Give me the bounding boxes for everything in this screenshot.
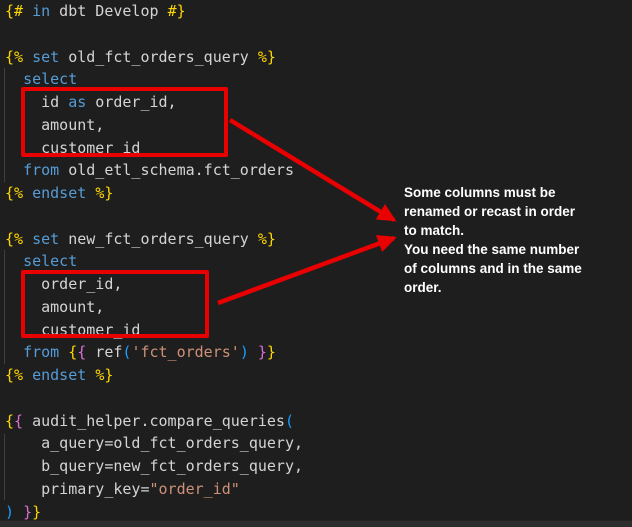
code-token: a_query=old_fct_orders_query, [5, 434, 303, 452]
code-line[interactable]: {{ audit_helper.compare_queries( [5, 410, 632, 433]
code-line[interactable]: primary_key="order_id" [5, 478, 632, 501]
code-line[interactable]: from {{ ref('fct_orders') }} [5, 341, 632, 364]
code-line[interactable]: from old_etl_schema.fct_orders [5, 159, 632, 182]
code-line[interactable] [5, 23, 632, 46]
annotation-line: of columns and in the same [404, 259, 614, 278]
code-token: "order_id" [150, 480, 240, 498]
code-token: ref [86, 343, 122, 361]
annotation-line: Some columns must be [404, 183, 614, 202]
code-token: set [32, 48, 59, 66]
code-token [14, 503, 23, 521]
annotation-line: to match. [404, 221, 614, 240]
code-token: endset [32, 184, 86, 202]
code-token: select [23, 252, 77, 270]
editor-screen: {# in dbt Develop #} {% set old_fct_order… [0, 0, 632, 527]
highlight-box-new-columns [21, 270, 209, 338]
code-token: select [23, 70, 77, 88]
code-token [5, 70, 23, 88]
code-token: {% [5, 366, 23, 384]
code-line[interactable]: {# in dbt Develop #} [5, 0, 632, 23]
code-line[interactable]: b_query=new_fct_orders_query, [5, 455, 632, 478]
code-token: old_fct_orders_query [59, 48, 258, 66]
code-line[interactable] [5, 387, 632, 410]
code-token [23, 48, 32, 66]
editor-bottom-strip [0, 520, 632, 527]
code-token [5, 252, 23, 270]
code-token: %} [258, 230, 276, 248]
code-token: %} [258, 48, 276, 66]
code-token [86, 184, 95, 202]
code-token: } [258, 343, 267, 361]
annotation-note: Some columns must be renamed or recast i… [404, 183, 614, 297]
code-token: %} [95, 366, 113, 384]
code-token: 'fct_orders' [131, 343, 239, 361]
code-token: { [77, 343, 86, 361]
code-token: new_fct_orders_query [59, 230, 258, 248]
code-token: #} [168, 2, 186, 20]
code-token: {% [5, 230, 23, 248]
code-token: old_etl_schema.fct_orders [59, 161, 294, 179]
highlight-box-old-columns [21, 87, 228, 157]
code-token [5, 343, 23, 361]
code-token [23, 230, 32, 248]
code-token: %} [95, 184, 113, 202]
code-token: {% [5, 48, 23, 66]
code-line[interactable]: {% set old_fct_orders_query %} [5, 46, 632, 69]
code-token: set [32, 230, 59, 248]
code-token: from [23, 161, 59, 179]
code-token: endset [32, 366, 86, 384]
code-token [249, 343, 258, 361]
code-token: ) [240, 343, 249, 361]
code-line[interactable]: {% endset %} [5, 364, 632, 387]
code-token: dbt Develop [50, 2, 167, 20]
code-token: } [32, 503, 41, 521]
code-token: audit_helper.compare_queries [23, 412, 285, 430]
code-token: from [23, 343, 59, 361]
code-token [23, 2, 32, 20]
annotation-line: renamed or recast in order [404, 202, 614, 221]
code-token: primary_key= [5, 480, 150, 498]
annotation-line: You need the same number [404, 240, 614, 259]
code-token: b_query=new_fct_orders_query, [5, 457, 303, 475]
code-token: in [32, 2, 50, 20]
code-token: { [68, 343, 77, 361]
code-line[interactable]: a_query=old_fct_orders_query, [5, 432, 632, 455]
code-token [59, 343, 68, 361]
code-token: } [267, 343, 276, 361]
code-token [23, 366, 32, 384]
code-token: ) [5, 503, 14, 521]
code-token: { [5, 412, 14, 430]
annotation-line: order. [404, 278, 614, 297]
code-token: {# [5, 2, 23, 20]
code-token: } [23, 503, 32, 521]
code-token [86, 366, 95, 384]
code-token [23, 184, 32, 202]
code-token: { [14, 412, 23, 430]
code-token [5, 161, 23, 179]
code-token: {% [5, 184, 23, 202]
code-token: ( [285, 412, 294, 430]
